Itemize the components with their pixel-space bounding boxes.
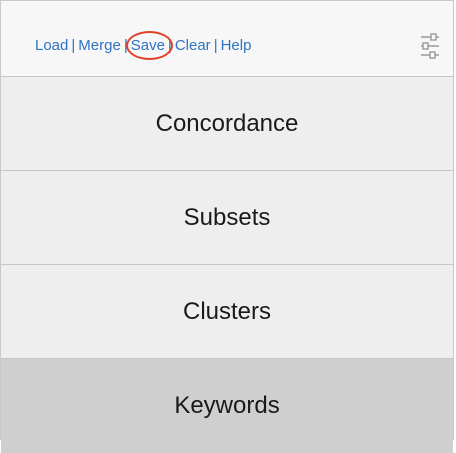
link-separator: | <box>71 37 76 54</box>
merge-link[interactable]: Merge <box>78 37 121 54</box>
clear-link[interactable]: Clear <box>175 37 211 54</box>
menu-item-concordance[interactable]: Concordance <box>1 77 453 171</box>
toolbar-links: Load | Merge | Save | Clear | Help <box>35 31 252 60</box>
save-link[interactable]: Save <box>131 37 165 54</box>
menu-item-label: Keywords <box>174 392 280 419</box>
load-link[interactable]: Load <box>35 37 68 54</box>
tools-panel: Load | Merge | Save | Clear | Help Concordance S… <box>0 0 454 453</box>
sliders-icon[interactable] <box>419 31 441 61</box>
toolbar: Load | Merge | Save | Clear | Help <box>1 1 453 77</box>
link-separator: | <box>123 37 128 54</box>
help-link[interactable]: Help <box>221 37 252 54</box>
save-link-wrapper: Save <box>125 31 173 60</box>
menu-item-label: Concordance <box>155 109 299 137</box>
link-separator: | <box>167 37 172 54</box>
menu-item-keywords[interactable]: Keywords <box>1 359 453 453</box>
menu-item-clusters[interactable]: Clusters <box>1 265 453 359</box>
link-separator: | <box>213 37 218 54</box>
menu-item-label: Subsets <box>183 203 271 231</box>
menu-item-subsets[interactable]: Subsets <box>1 171 453 265</box>
menu-item-label: Clusters <box>182 297 272 325</box>
